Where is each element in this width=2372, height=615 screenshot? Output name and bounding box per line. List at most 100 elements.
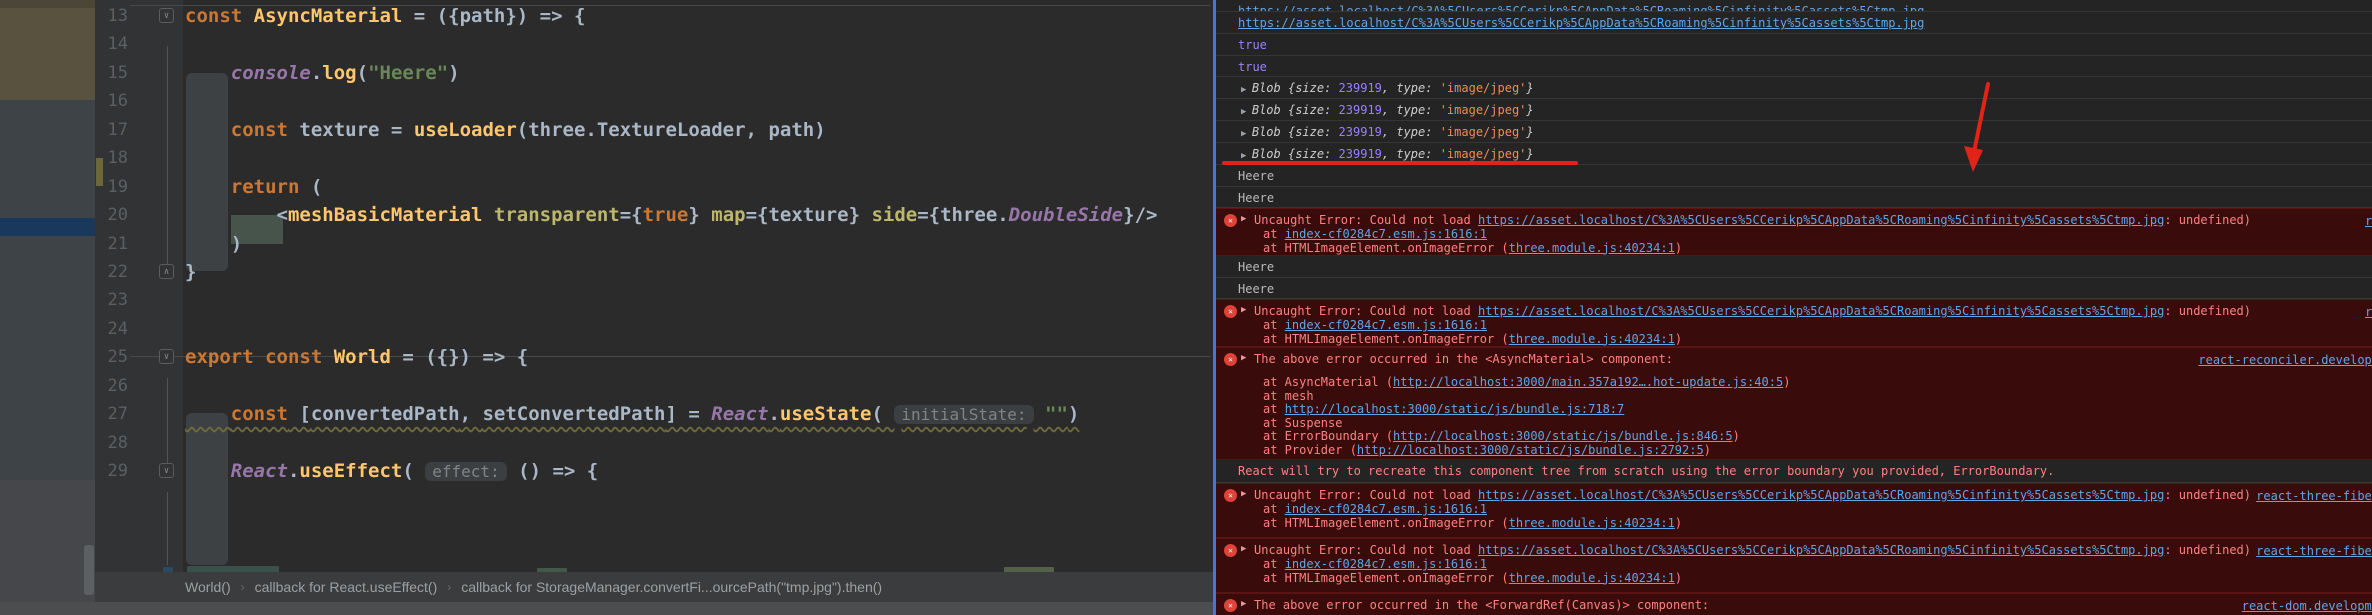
- code-token: , type:: [1381, 103, 1440, 117]
- expand-triangle-icon[interactable]: ▶: [1241, 305, 1246, 315]
- line-number: 23: [107, 290, 128, 311]
- breadcrumb-item[interactable]: callback for StorageManager.convertFi...…: [461, 579, 882, 595]
- code-token: ▶: [1241, 85, 1252, 95]
- fold-marker-icon[interactable]: ∨: [159, 463, 174, 479]
- fold-marker-icon[interactable]: ∨: [159, 349, 174, 365]
- screenshot-root: 13 ∨ const AsyncMaterial = ({path}) => {14…: [0, 0, 2372, 615]
- console-link[interactable]: three.module.js:40234:1: [1509, 571, 1675, 585]
- code-editor[interactable]: 13 ∨ const AsyncMaterial = ({path}) => {14…: [95, 0, 1213, 577]
- left-panel-block: [0, 480, 95, 602]
- code-token: [: [287, 403, 311, 426]
- code-token: path: [768, 118, 815, 141]
- code-token: ): [1732, 429, 1740, 443]
- code-token: 239919: [1338, 81, 1382, 95]
- right-source-link-clipped[interactable]: react: [2365, 214, 2372, 228]
- code-line: 24: [95, 315, 1213, 343]
- right-source-link-clipped[interactable]: react: [2365, 305, 2372, 319]
- console-link[interactable]: three.module.js:40234:1: [1509, 332, 1675, 346]
- console-link[interactable]: https://asset.localhost/C%3A%5CUsers%5CC…: [1478, 488, 2164, 502]
- code-token: 239919: [1338, 147, 1382, 161]
- line-number: 25: [107, 347, 128, 368]
- console-link[interactable]: three.module.js:40234:1: [1509, 241, 1675, 255]
- code-line: 23: [95, 286, 1213, 314]
- left-panel-block: [0, 0, 95, 8]
- line-number: 19: [107, 176, 128, 197]
- console-link[interactable]: http://localhost:3000/static/js/bundle.j…: [1357, 443, 1704, 457]
- code-token: Blob {size:: [1251, 147, 1339, 161]
- code-token: Heere: [1238, 260, 1275, 274]
- code-line: 20 <meshBasicMaterial transparent={true}…: [95, 201, 1213, 229]
- console-link[interactable]: https://asset.localhost/C%3A%5CUsers%5CC…: [1238, 4, 1924, 11]
- code-token: Heere: [1238, 169, 1275, 183]
- code-token: true: [1238, 38, 1267, 52]
- code-line: 15 console.log("Heere"): [95, 59, 1213, 87]
- stack-frame: at ErrorBoundary (http://localhost:3000/…: [1216, 429, 2372, 444]
- error-message: Uncaught Error: Could not load https://a…: [1216, 484, 2372, 503]
- code-text: console.log("Heere"): [185, 59, 460, 87]
- error-icon: ✕: [1224, 353, 1237, 366]
- expand-triangle-icon[interactable]: ▶: [1241, 353, 1246, 363]
- console-link[interactable]: http://localhost:3000/static/js/bundle.j…: [1393, 429, 1733, 443]
- code-token: }: [688, 204, 712, 227]
- line-number: 18: [107, 148, 128, 169]
- console-error-row: ✕ ▶ Uncaught Error: Could not load https:/…: [1216, 299, 2372, 347]
- expand-triangle-icon[interactable]: ▶: [1241, 489, 1246, 499]
- code-token: Heere: [1238, 191, 1275, 205]
- console-log-row: true: [1216, 56, 2372, 77]
- code-text: export const World = ({}) => {: [185, 343, 528, 371]
- right-source-link[interactable]: react-three-fiber: [2256, 489, 2372, 503]
- breadcrumb-item[interactable]: callback for React.useEffect(): [255, 579, 438, 595]
- code-token: 'image/jpeg': [1439, 103, 1527, 117]
- breadcrumb-item[interactable]: World(): [185, 579, 231, 595]
- code-token: 'image/jpeg': [1439, 147, 1527, 161]
- console-link[interactable]: http://localhost:3000/main.357a192….hot-…: [1393, 375, 1783, 389]
- stack-frame: at HTMLImageElement.onImageError (three.…: [1216, 570, 2372, 586]
- code-token: at: [1263, 557, 1285, 571]
- console-link[interactable]: index-cf0284c7.esm.js:1616:1: [1285, 502, 1487, 516]
- expand-triangle-icon[interactable]: ▶: [1241, 544, 1246, 554]
- code-line: 16: [95, 87, 1213, 115]
- code-token: (: [402, 460, 426, 483]
- error-message: Uncaught Error: Could not load https://a…: [1216, 300, 2372, 319]
- code-token: 'image/jpeg': [1439, 125, 1527, 139]
- code-token: at HTMLImageElement.onImageError (: [1263, 570, 1509, 585]
- console-log-row: Heere: [1216, 187, 2372, 208]
- code-token: : undefined): [2164, 543, 2252, 557]
- code-token: at HTMLImageElement.onImageError (: [1263, 240, 1509, 255]
- right-source-link[interactable]: react-reconciler.developm: [2198, 353, 2372, 367]
- right-source-link[interactable]: react-three-fiber: [2256, 544, 2372, 558]
- line-number: 29: [107, 461, 128, 482]
- right-source-link[interactable]: react-dom.developme: [2242, 599, 2372, 613]
- code-token: () => {: [506, 460, 599, 483]
- error-icon: ✕: [1224, 305, 1237, 318]
- console-link[interactable]: https://asset.localhost/C%3A%5CUsers%5CC…: [1478, 213, 2164, 227]
- error-icon: ✕: [1224, 489, 1237, 502]
- console-link[interactable]: three.module.js:40234:1: [1509, 516, 1675, 530]
- console-link[interactable]: index-cf0284c7.esm.js:1616:1: [1285, 557, 1487, 571]
- editor-vertical-scrollbar[interactable]: [84, 545, 94, 595]
- code-token: setConvertedPath: [482, 403, 666, 426]
- console-link[interactable]: index-cf0284c7.esm.js:1616:1: [1285, 318, 1487, 332]
- code-token: }: [1526, 81, 1534, 95]
- console-link[interactable]: http://localhost:3000/static/js/bundle.j…: [1285, 402, 1625, 416]
- console-log-row: React will try to recreate this componen…: [1216, 460, 2372, 483]
- devtools-console[interactable]: https://asset.localhost/C%3A%5CUsers%5CC…: [1213, 0, 2372, 615]
- expand-triangle-icon[interactable]: ▶: [1241, 214, 1246, 224]
- code-token: .: [310, 61, 323, 84]
- code-token: map: [711, 204, 746, 227]
- code-line: 13 ∨ const AsyncMaterial = ({path}) => {: [95, 2, 1213, 30]
- fold-marker-icon[interactable]: ∨: [159, 8, 174, 23]
- console-link[interactable]: https://asset.localhost/C%3A%5CUsers%5CC…: [1478, 543, 2164, 557]
- inlay-hint: initialState:: [894, 405, 1034, 425]
- console-link[interactable]: index-cf0284c7.esm.js:1616:1: [1285, 227, 1487, 241]
- console-link[interactable]: https://asset.localhost/C%3A%5CUsers%5CC…: [1478, 304, 2164, 318]
- console-link[interactable]: https://asset.localhost/C%3A%5CUsers%5CC…: [1238, 16, 1924, 30]
- code-token: at: [1263, 502, 1285, 516]
- code-text: const AsyncMaterial = ({path}) => {: [185, 2, 585, 30]
- code-token: <: [276, 204, 288, 227]
- code-token: Uncaught Error: Could not load: [1254, 543, 1478, 557]
- code-line: 26: [95, 372, 1213, 400]
- fold-marker-icon[interactable]: ∧: [159, 263, 174, 279]
- breadcrumb-separator: ›: [447, 580, 452, 594]
- expand-triangle-icon[interactable]: ▶: [1241, 599, 1246, 609]
